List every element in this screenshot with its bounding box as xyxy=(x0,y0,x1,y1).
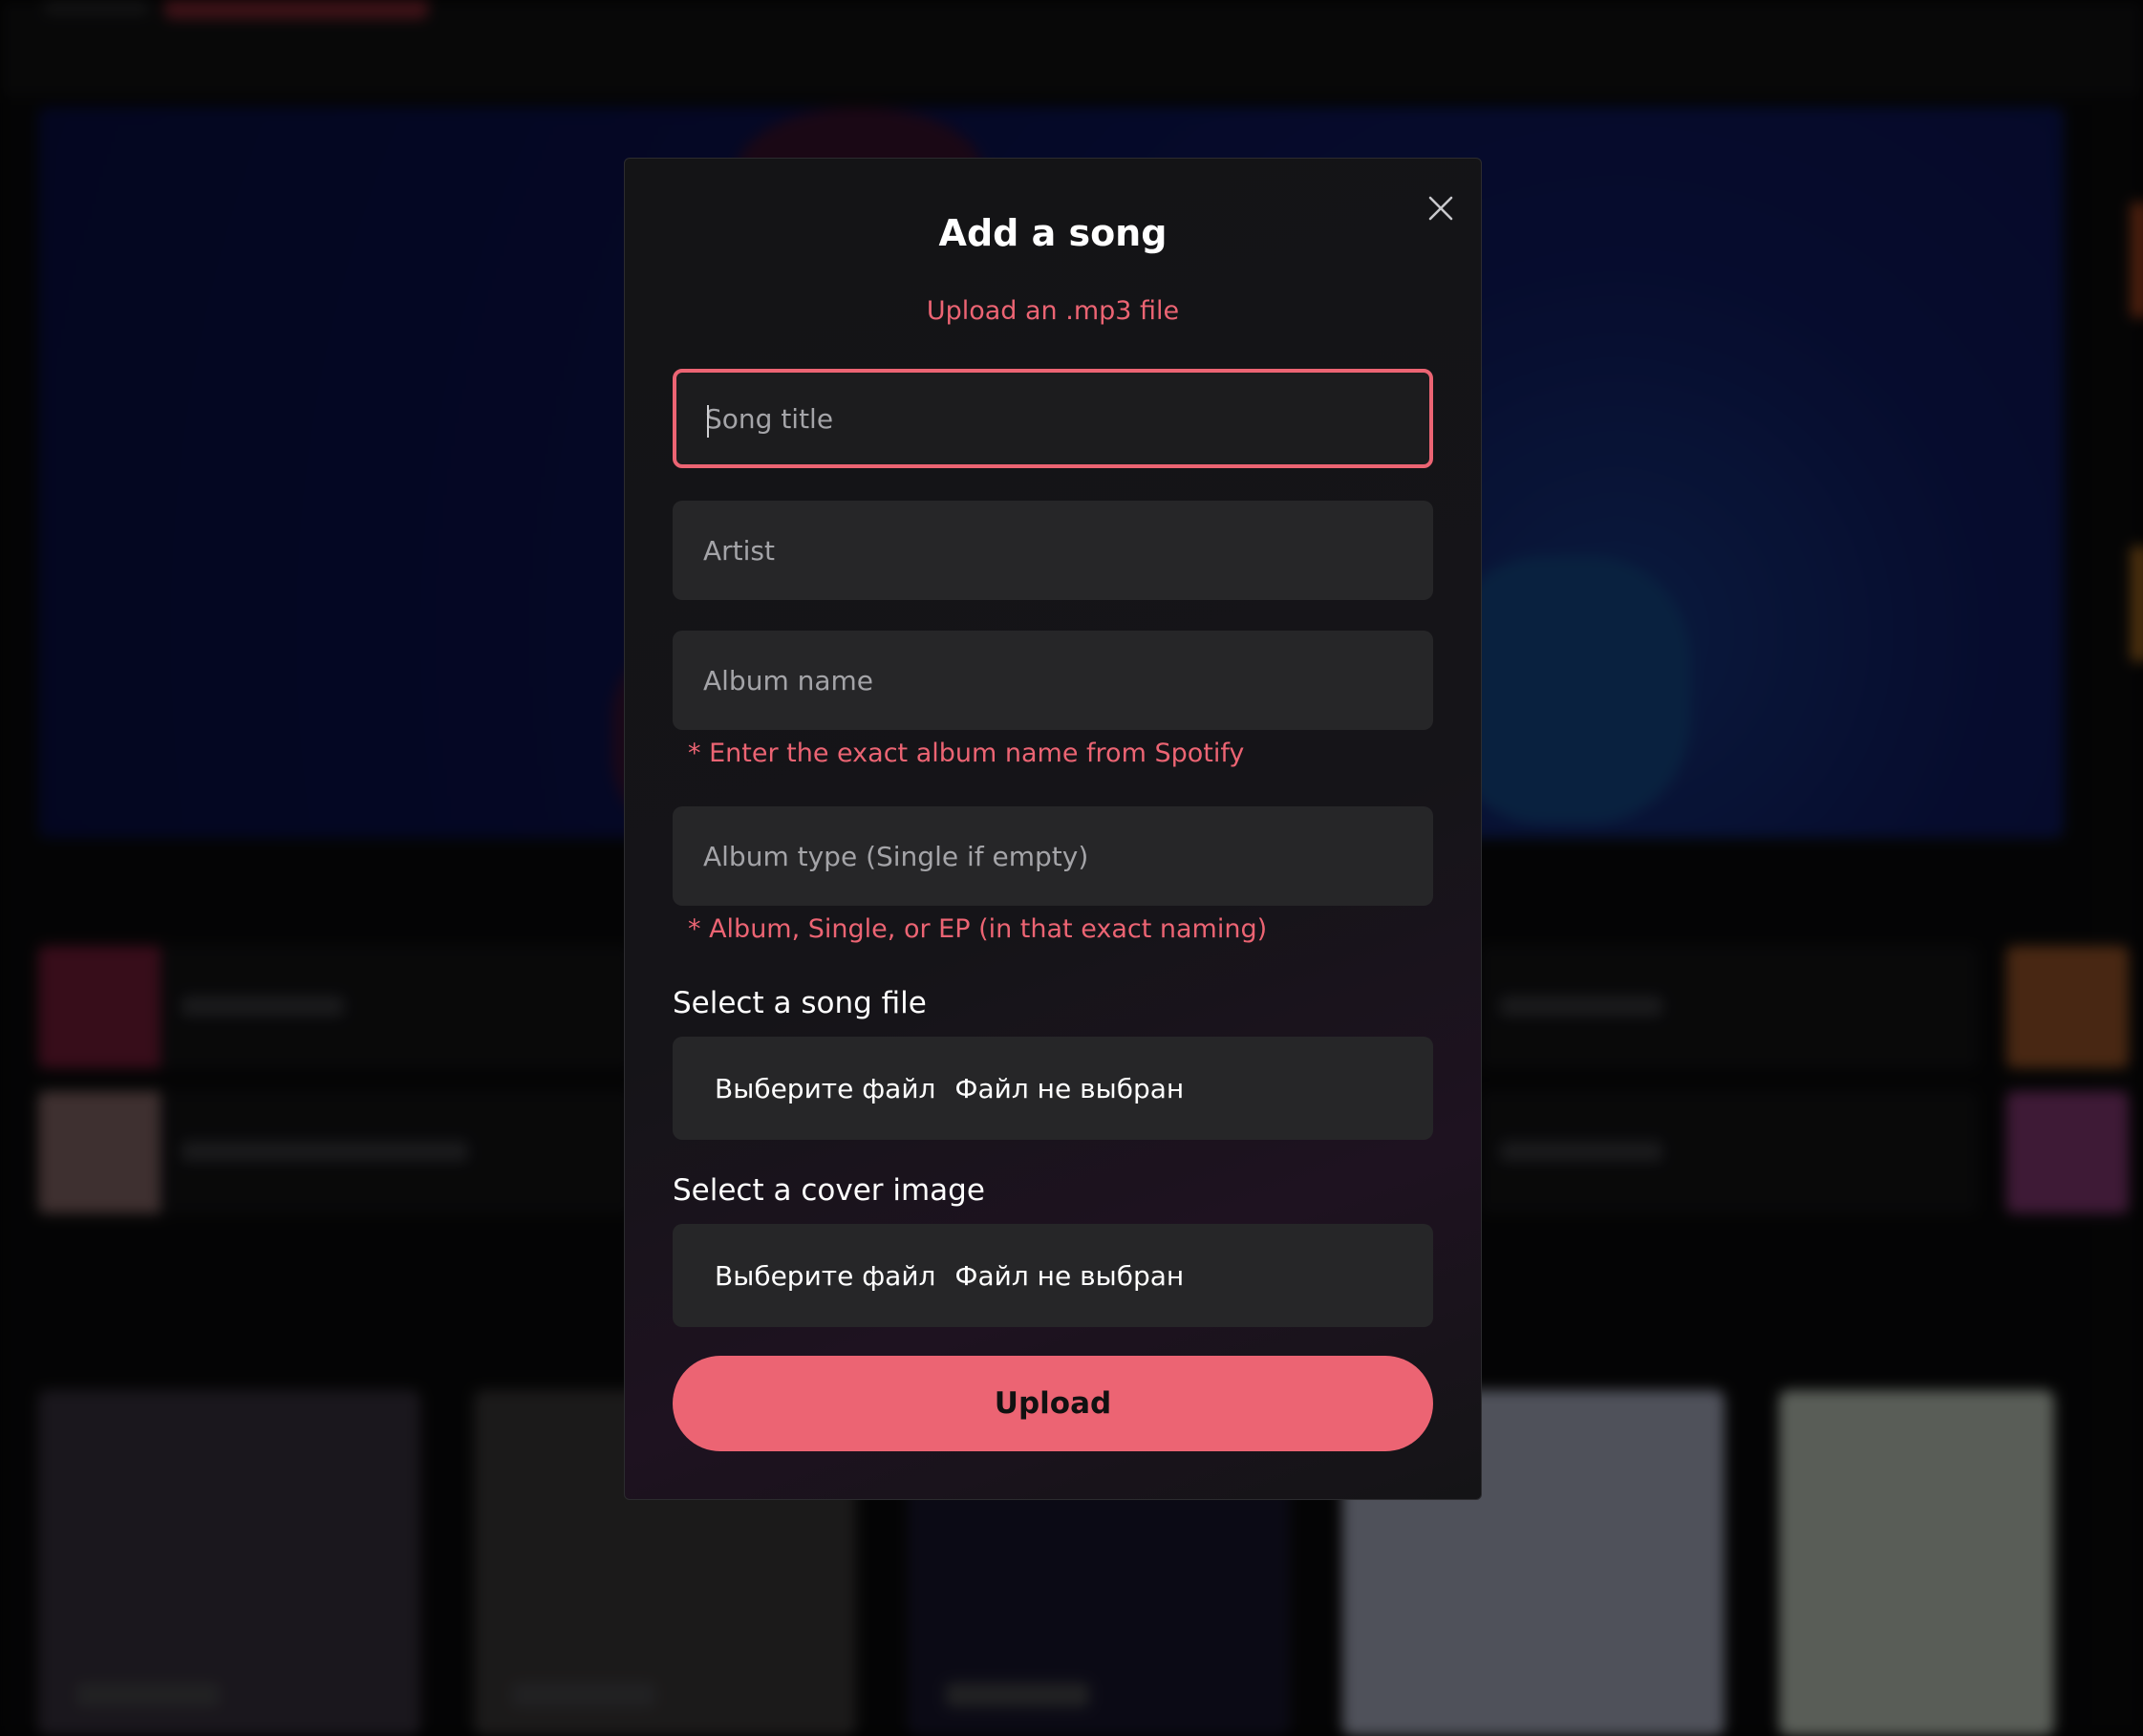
artist-field[interactable] xyxy=(673,501,1433,600)
cover-image-label: Select a cover image xyxy=(673,1173,985,1208)
modal-subtitle: Upload an .mp3 file xyxy=(926,296,1180,326)
song-file-status: Файл не выбран xyxy=(954,1072,1185,1104)
cover-image-input[interactable]: Выберите файл Файл не выбран xyxy=(673,1224,1433,1327)
upload-button[interactable]: Upload xyxy=(673,1356,1433,1451)
album-type-input[interactable] xyxy=(675,808,1431,904)
song-title-field[interactable] xyxy=(673,369,1433,468)
add-song-modal: Add a song Upload an .mp3 file * Enter t… xyxy=(624,158,1482,1500)
album-type-hint: * Album, Single, or EP (in that exact na… xyxy=(688,914,1268,944)
album-name-hint: * Enter the exact album name from Spotif… xyxy=(688,739,1245,768)
album-name-field[interactable] xyxy=(673,631,1433,730)
song-file-label: Select a song file xyxy=(673,986,927,1020)
album-name-input[interactable] xyxy=(675,632,1431,728)
text-caret xyxy=(707,405,709,438)
cover-image-choose-button[interactable]: Выберите файл xyxy=(715,1260,935,1292)
song-file-input[interactable]: Выберите файл Файл не выбран xyxy=(673,1037,1433,1140)
album-type-field[interactable] xyxy=(673,806,1433,906)
artist-input[interactable] xyxy=(675,503,1431,598)
song-title-input[interactable] xyxy=(676,373,1429,464)
cover-image-status: Файл не выбран xyxy=(954,1259,1185,1292)
modal-title: Add a song xyxy=(938,212,1168,254)
song-file-choose-button[interactable]: Выберите файл xyxy=(715,1073,935,1104)
